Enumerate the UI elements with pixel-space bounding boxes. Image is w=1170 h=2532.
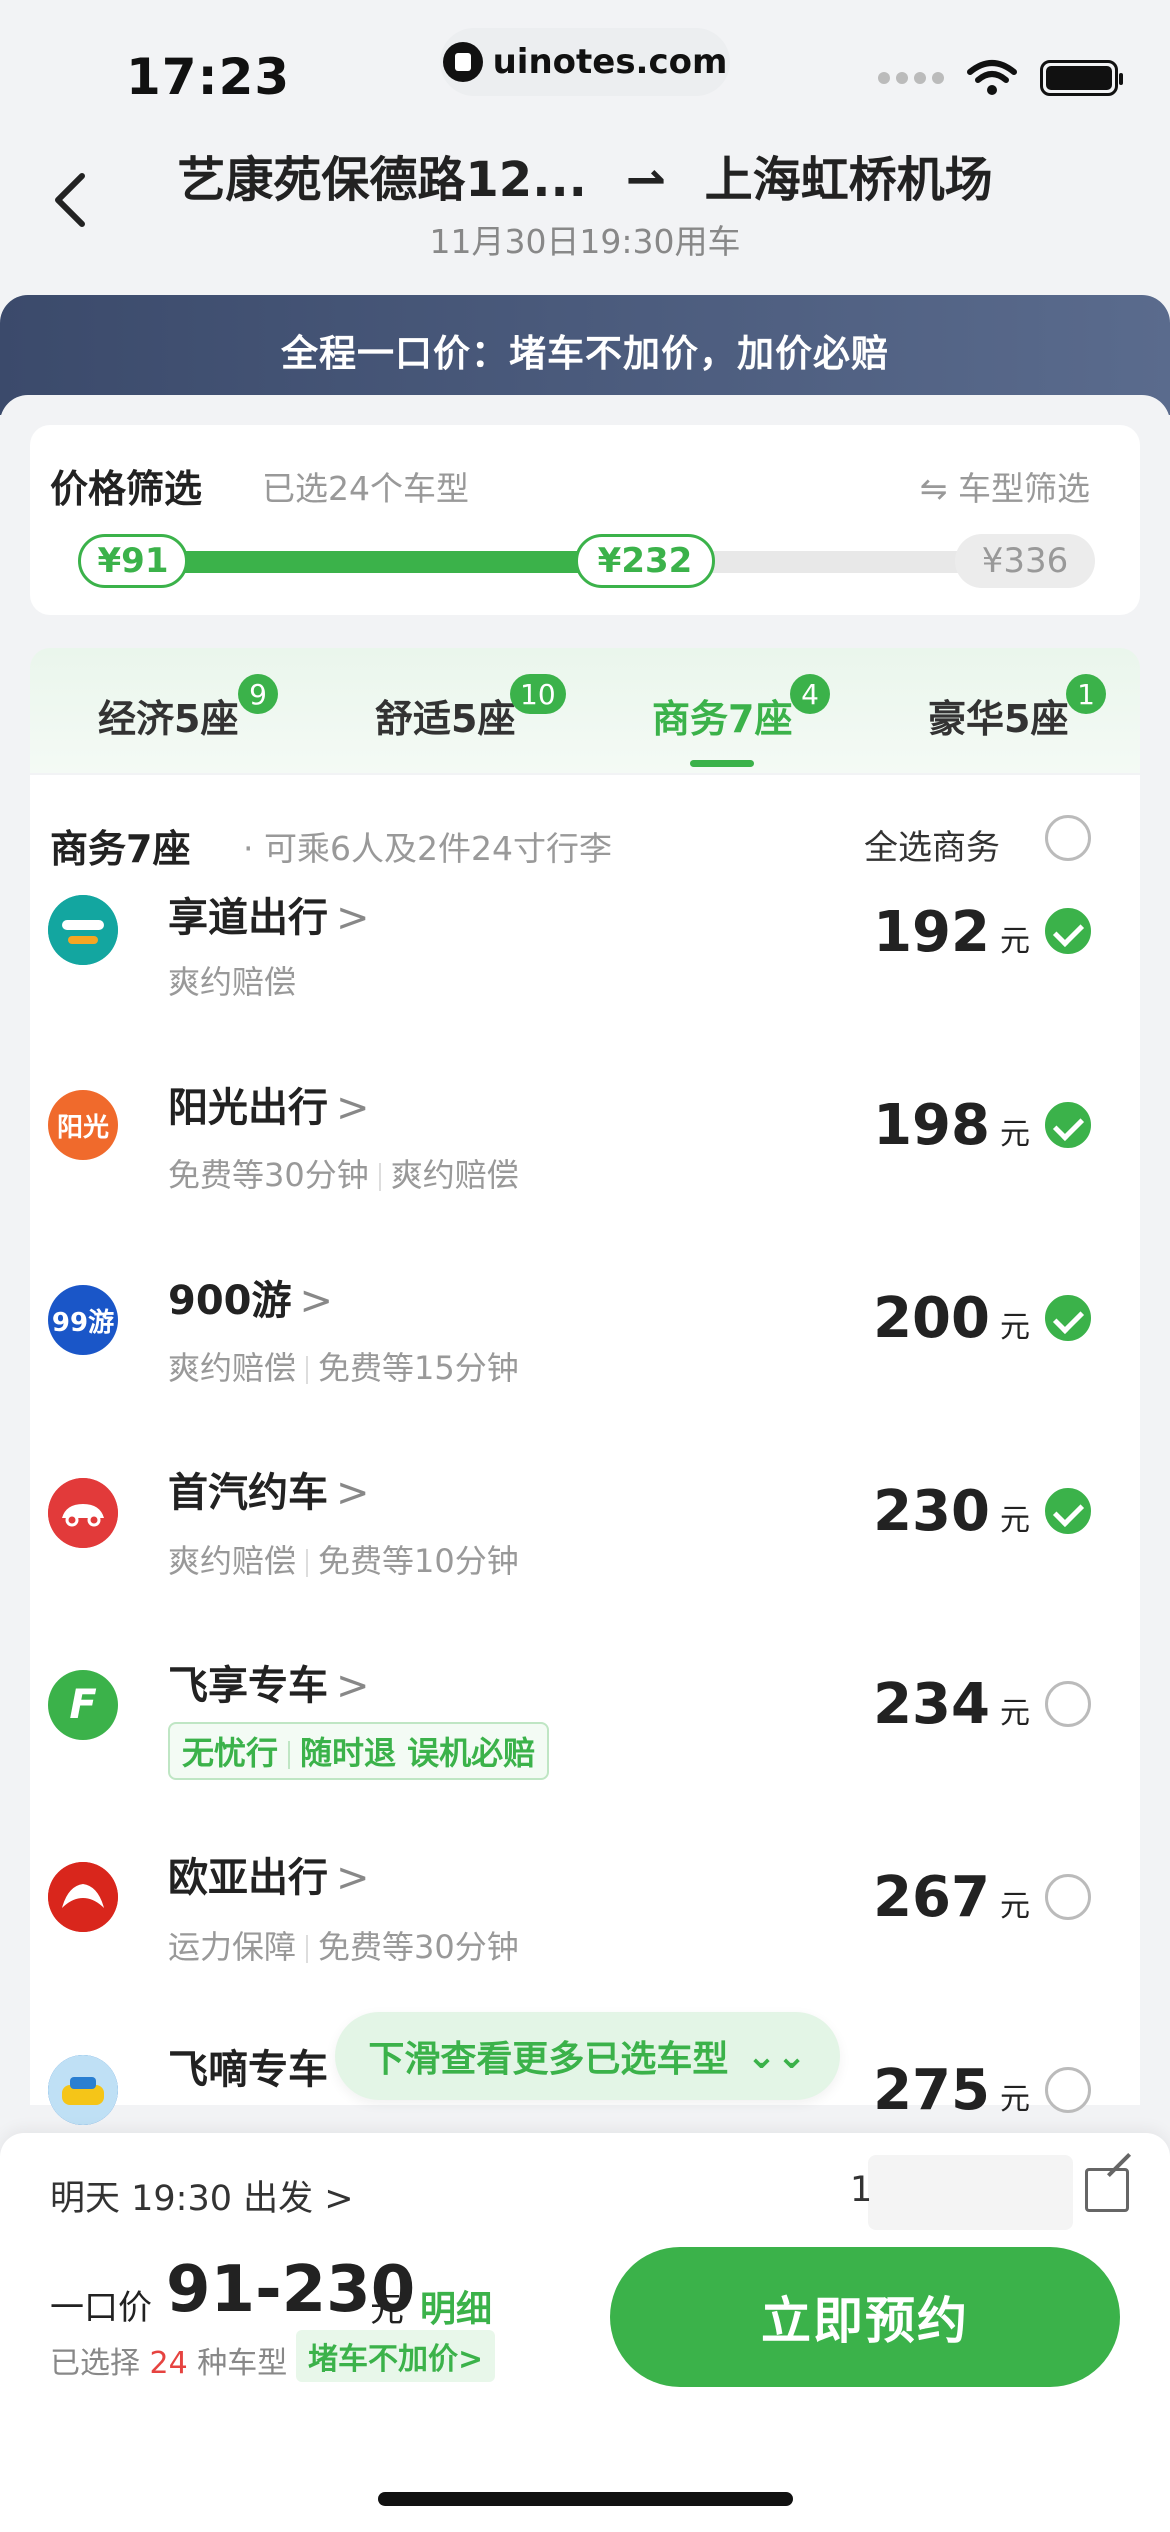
provider-price: 200 元 xyxy=(873,1286,1030,1351)
provider-tags: 免费等30分钟 爽约赔偿 xyxy=(168,1156,519,1194)
scroll-hint-text: 下滑查看更多已选车型 xyxy=(368,2039,729,2080)
passenger-phone-redacted xyxy=(868,2155,1073,2230)
provider-name[interactable]: 阳光出行 > xyxy=(168,1075,370,1133)
book-now-button[interactable]: 立即预约 xyxy=(610,2247,1120,2387)
provider-tags: 无忧行 随时退 误机必赔 xyxy=(168,1722,550,1780)
url-pill[interactable]: uinotes.com xyxy=(440,28,730,96)
status-bar: 17:23 uinotes.com xyxy=(0,0,1170,140)
feidi-logo-icon xyxy=(48,2055,118,2125)
shouqi-logo-icon xyxy=(48,1478,118,1548)
provider-price: 230 元 xyxy=(873,1479,1030,1544)
price-slider-min-handle[interactable]: ¥91 xyxy=(78,534,188,588)
tab-economy[interactable]: 经济5座 9 xyxy=(98,674,278,743)
signal-icon xyxy=(878,72,944,84)
price-max-label: ¥336 xyxy=(955,534,1095,588)
xiangdao-logo-mark xyxy=(48,895,118,965)
price-slider-max-handle[interactable]: ¥232 xyxy=(575,534,715,588)
provider-name[interactable]: 享道出行 > xyxy=(168,885,370,943)
provider-price: 192 元 xyxy=(873,900,1030,965)
wifi-icon xyxy=(967,60,1017,95)
chevron-right-icon: > xyxy=(336,1085,370,1131)
car-icon xyxy=(48,1478,118,1548)
select-all-label[interactable]: 全选商务 xyxy=(864,820,1000,869)
chevron-right-icon: > xyxy=(336,895,370,941)
double-chevron-down-icon: ⌄⌄ xyxy=(746,2035,807,2077)
active-tab-indicator xyxy=(690,760,754,767)
provider-price: 198 元 xyxy=(873,1093,1030,1158)
edit-icon[interactable] xyxy=(1085,2168,1129,2212)
provider-checkbox[interactable] xyxy=(1045,1874,1091,1920)
tab-count-badge: 1 xyxy=(1066,674,1106,714)
price-filter-title: 价格筛选 xyxy=(50,467,203,511)
provider-name[interactable]: 900游 > xyxy=(168,1268,333,1326)
provider-checkbox[interactable] xyxy=(1045,908,1091,954)
tab-luxury[interactable]: 豪华5座 1 xyxy=(928,674,1106,743)
status-time: 17:23 xyxy=(126,48,291,106)
price-slider-fill xyxy=(120,551,640,573)
no-surge-badge[interactable]: 堵车不加价> xyxy=(296,2330,496,2382)
provider-name[interactable]: 欧亚出行 > xyxy=(168,1845,370,1903)
tab-count-badge: 4 xyxy=(790,674,830,714)
wings-icon xyxy=(48,1862,118,1932)
tab-label: 经济5座 xyxy=(98,697,239,741)
tab-count-badge: 10 xyxy=(510,674,566,714)
route-arrow-icon: ⇀ xyxy=(625,152,666,208)
provider-tags: 爽约赔偿 免费等15分钟 xyxy=(168,1349,519,1387)
feixiang-logo-icon: F xyxy=(48,1670,118,1740)
tab-label: 商务7座 xyxy=(652,697,793,741)
chevron-right-icon: > xyxy=(336,1663,370,1709)
tab-business[interactable]: 商务7座 4 xyxy=(652,674,830,743)
provider-checkbox[interactable] xyxy=(1045,1488,1091,1534)
chevron-right-icon: > xyxy=(336,1470,370,1516)
route-title: 艺康苑保德路12... ⇀ 上海虹桥机场 xyxy=(0,140,1170,210)
list-section-title: 商务7座 xyxy=(50,827,191,871)
taxi-icon xyxy=(48,2055,118,2125)
provider-checkbox[interactable] xyxy=(1045,2067,1091,2113)
provider-price: 275 元 xyxy=(873,2058,1030,2123)
provider-name[interactable]: 飞嘀专车 xyxy=(168,2037,328,2095)
route-from: 艺康苑保德路12... xyxy=(177,152,587,208)
passenger-info[interactable]: 1 xyxy=(850,2170,872,2210)
yangguang-logo-icon: 阳光 xyxy=(48,1090,118,1160)
provider-name[interactable]: 飞享专车 > xyxy=(168,1653,370,1711)
departure-time[interactable]: 明天 19:30 出发 > xyxy=(50,2170,354,2221)
home-indicator xyxy=(378,2492,793,2506)
provider-tags: 爽约赔偿 免费等10分钟 xyxy=(168,1542,519,1580)
chevron-right-icon: > xyxy=(324,2179,354,2219)
provider-checkbox[interactable] xyxy=(1045,1295,1091,1341)
900you-logo-icon: 99游 xyxy=(48,1285,118,1355)
chevron-right-icon: > xyxy=(336,1855,370,1901)
provider-tags: 爽约赔偿 xyxy=(168,963,297,1001)
chosen-count-text: 已选择 24 种车型 xyxy=(50,2346,288,2381)
xiangdao-logo-icon xyxy=(48,895,118,965)
route-to: 上海虹桥机场 xyxy=(704,152,993,208)
battery-icon xyxy=(1040,60,1123,96)
tab-count-badge: 9 xyxy=(238,674,278,714)
provider-tags: 运力保障 免费等30分钟 xyxy=(168,1928,519,1966)
select-all-checkbox[interactable] xyxy=(1045,815,1091,861)
site-icon xyxy=(442,42,483,82)
tab-label: 舒适5座 xyxy=(375,697,516,741)
price-detail-link[interactable]: 明细 xyxy=(420,2280,492,2332)
route-date: 11月30日19:30用车 xyxy=(429,222,741,261)
provider-checkbox[interactable] xyxy=(1045,1102,1091,1148)
provider-name[interactable]: 首汽约车 > xyxy=(168,1460,370,1518)
chevron-right-icon: > xyxy=(299,1278,334,1324)
price-filter-subtitle: 已选24个车型 xyxy=(262,469,469,508)
car-type-filter-link[interactable]: ⇋ 车型筛选 xyxy=(920,462,1090,510)
provider-price: 234 元 xyxy=(873,1672,1030,1737)
tab-comfort[interactable]: 舒适5座 10 xyxy=(375,674,566,743)
status-icons xyxy=(878,58,1123,98)
price-unit: 元 xyxy=(370,2290,404,2330)
provider-price: 267 元 xyxy=(873,1865,1030,1930)
list-section-subtitle: · 可乘6人及2件24寸行李 xyxy=(243,829,612,868)
provider-checkbox[interactable] xyxy=(1045,1681,1091,1727)
url-text: uinotes.com xyxy=(492,42,728,82)
scroll-more-hint[interactable]: 下滑查看更多已选车型 ⌄⌄ xyxy=(335,2012,840,2100)
ouya-logo-icon xyxy=(48,1862,118,1932)
tab-label: 豪华5座 xyxy=(928,697,1069,741)
fixed-price-label: 一口价 xyxy=(50,2288,152,2328)
